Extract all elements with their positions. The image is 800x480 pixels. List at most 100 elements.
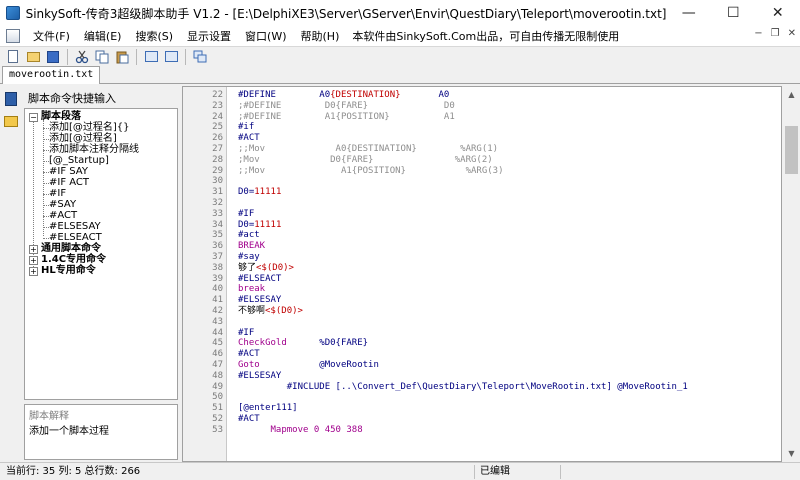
code-line[interactable]: 34 D0=11111: [183, 220, 781, 231]
line-number: 32: [212, 198, 223, 208]
line-number: 27: [212, 144, 223, 154]
code-line[interactable]: 53 Mapmove 0 450 388: [183, 425, 781, 436]
toolbar-separator: [67, 48, 68, 65]
files-tab-folder-icon[interactable]: [2, 112, 20, 130]
minimize-button[interactable]: —: [666, 0, 711, 26]
mdi-close-button[interactable]: ✕: [788, 28, 796, 39]
tree-group-general-commands[interactable]: + 通用脚本命令: [29, 243, 101, 254]
code-line[interactable]: 48 #ELSESAY: [183, 371, 781, 382]
code-line[interactable]: 33 #IF: [183, 209, 781, 220]
window-icon[interactable]: [162, 48, 180, 66]
tree-group-14c-commands[interactable]: +1.4C专用命令: [29, 254, 106, 265]
collapse-icon[interactable]: −: [29, 113, 38, 122]
code-token: 够了: [238, 262, 257, 273]
code-line[interactable]: 38 够了<$(D0)>: [183, 263, 781, 274]
menu-file[interactable]: 文件(F): [26, 28, 77, 44]
mdi-restore-button[interactable]: ❐: [771, 28, 780, 39]
select-icon[interactable]: [142, 48, 160, 66]
code-line[interactable]: 35 #act: [183, 230, 781, 241]
scroll-down-arrow-icon[interactable]: ▼: [783, 445, 800, 462]
code-token: #ELSEACT: [238, 273, 282, 284]
code-line[interactable]: 52 #ACT: [183, 414, 781, 425]
code-line[interactable]: 30: [183, 176, 781, 187]
code-line[interactable]: 49 #INCLUDE [..\Convert_Def\QuestDiary\T…: [183, 382, 781, 393]
cut-icon[interactable]: [73, 48, 91, 66]
code-token: {DESTINATION}: [330, 90, 401, 100]
tree-item[interactable]: 添加[@过程名]: [49, 133, 117, 144]
line-number: 46: [212, 349, 223, 360]
tree-item[interactable]: #SAY: [49, 199, 76, 210]
mdi-minimize-button[interactable]: −: [754, 28, 762, 39]
cascade-icon[interactable]: [191, 48, 209, 66]
code-line[interactable]: 50: [183, 392, 781, 403]
line-number: 26: [212, 133, 223, 144]
code-line[interactable]: 46 #ACT: [183, 349, 781, 360]
tree-group-hl-commands[interactable]: + HL专用命令: [29, 265, 96, 276]
code-line[interactable]: 29 ;;Mov A1{POSITION} %ARG(3): [183, 166, 781, 177]
description-title: 脚本解释: [29, 411, 69, 422]
code-line[interactable]: 44 #IF: [183, 328, 781, 339]
code-line[interactable]: 45 CheckGold %D0{FARE}: [183, 338, 781, 349]
code-line[interactable]: 43: [183, 317, 781, 328]
commands-tab-book-icon[interactable]: [2, 90, 20, 108]
tree-group-script-section[interactable]: − 脚本段落: [29, 111, 81, 122]
new-file-icon[interactable]: [4, 48, 22, 66]
scroll-thumb[interactable]: [785, 126, 798, 174]
mdi-controls: − ❐ ✕: [754, 28, 796, 39]
tree-item[interactable]: [@_Startup]: [49, 155, 109, 166]
close-button[interactable]: ✕: [755, 0, 800, 26]
menu-help[interactable]: 帮助(H): [294, 28, 347, 44]
code-line[interactable]: 27 ;;Mov A0{DESTINATION} %ARG(1): [183, 144, 781, 155]
expand-icon[interactable]: +: [29, 256, 38, 265]
tree-item[interactable]: #IF: [49, 188, 66, 199]
code-line[interactable]: 28 ;Mov D0{FARE} %ARG(2): [183, 155, 781, 166]
code-line[interactable]: 36 BREAK: [183, 241, 781, 252]
code-line[interactable]: 51 [@enter111]: [183, 403, 781, 414]
title-bar[interactable]: SinkySoft-传奇3超级脚本助手 V1.2 - [E:\DelphiXE3…: [0, 0, 800, 26]
scroll-up-arrow-icon[interactable]: ▲: [783, 86, 800, 103]
line-number: 22: [212, 90, 223, 100]
code-line[interactable]: 24 ;#DEFINE A1{POSITION} A1: [183, 112, 781, 123]
code-line[interactable]: 37 #say: [183, 252, 781, 263]
code-line[interactable]: 32: [183, 198, 781, 209]
copy-icon[interactable]: [93, 48, 111, 66]
code-line[interactable]: 39 #ELSEACT: [183, 274, 781, 285]
tree-item[interactable]: #ACT: [49, 210, 77, 221]
expand-icon[interactable]: +: [29, 267, 38, 276]
code-line[interactable]: 31 D0=11111: [183, 187, 781, 198]
code-editor[interactable]: 22 #DEFINE A0{DESTINATION} A0 23 ;#DEFINE D…: [182, 86, 782, 462]
line-number: 28: [212, 154, 223, 165]
open-file-icon[interactable]: [24, 48, 42, 66]
tree-item[interactable]: #IF SAY: [49, 166, 88, 177]
code-line[interactable]: 42 不够啊<$(D0)>: [183, 306, 781, 317]
status-divider: [560, 465, 561, 479]
expand-icon[interactable]: +: [29, 245, 38, 254]
code-line[interactable]: 23 ;#DEFINE D0{FARE} D0: [183, 101, 781, 112]
tree-item[interactable]: #IF ACT: [49, 177, 89, 188]
code-line[interactable]: 41 #ELSESAY: [183, 295, 781, 306]
code-line[interactable]: 22 #DEFINE A0{DESTINATION} A0: [183, 90, 781, 101]
paste-icon[interactable]: [113, 48, 131, 66]
line-number: 35: [212, 230, 223, 241]
menu-window[interactable]: 窗口(W): [238, 28, 293, 44]
editor-vertical-scrollbar[interactable]: ▲ ▼: [783, 86, 800, 462]
document-menu-icon[interactable]: [6, 29, 20, 43]
code-line[interactable]: 40 break: [183, 284, 781, 295]
menu-edit[interactable]: 编辑(E): [77, 28, 129, 44]
code-token: D0=: [238, 187, 255, 198]
code-line[interactable]: 25 #if: [183, 122, 781, 133]
code-text: ;;Mov A0{DESTINATION} %ARG(1): [238, 144, 498, 155]
tree-item[interactable]: 添加脚本注释分隔线: [49, 144, 139, 155]
tree-item[interactable]: #ELSEACT: [49, 232, 102, 243]
code-token: #if: [238, 122, 255, 133]
code-line[interactable]: 26 #ACT: [183, 133, 781, 144]
tree-item[interactable]: #ELSESAY: [49, 221, 101, 232]
code-line[interactable]: 47 Goto @MoveRootin: [183, 360, 781, 371]
save-icon[interactable]: [44, 48, 62, 66]
file-tab-moverootin[interactable]: moverootin.txt: [2, 66, 101, 84]
tree-item[interactable]: 添加[@过程名]{}: [49, 122, 130, 133]
menu-bar: 文件(F) 编辑(E) 搜索(S) 显示设置 窗口(W) 帮助(H) 本软件由S…: [0, 26, 800, 46]
menu-search[interactable]: 搜索(S): [128, 28, 180, 44]
menu-display-settings[interactable]: 显示设置: [180, 28, 238, 44]
maximize-button[interactable]: ☐: [711, 0, 756, 26]
